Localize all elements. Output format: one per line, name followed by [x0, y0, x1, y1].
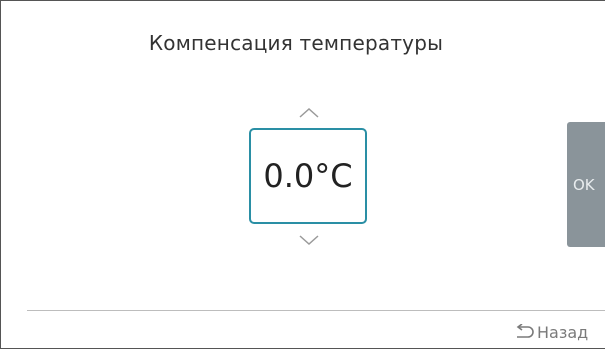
- ok-button[interactable]: OK: [567, 122, 605, 247]
- temperature-value: 0.0°C: [263, 157, 353, 195]
- back-arrow-icon: [513, 324, 535, 340]
- chevron-up-icon: [299, 107, 319, 118]
- increase-button[interactable]: [296, 104, 322, 122]
- decrease-button[interactable]: [296, 231, 322, 249]
- divider: [27, 310, 605, 311]
- page-title: Компенсация температуры: [148, 31, 444, 55]
- chevron-down-icon: [299, 235, 319, 246]
- temperature-compensation-screen: Компенсация температуры 0.0°C OK Назад: [0, 0, 605, 349]
- back-button[interactable]: Назад: [513, 320, 588, 344]
- ok-button-label: OK: [573, 175, 595, 194]
- temperature-value-field[interactable]: 0.0°C: [249, 128, 367, 224]
- back-button-label: Назад: [537, 322, 589, 342]
